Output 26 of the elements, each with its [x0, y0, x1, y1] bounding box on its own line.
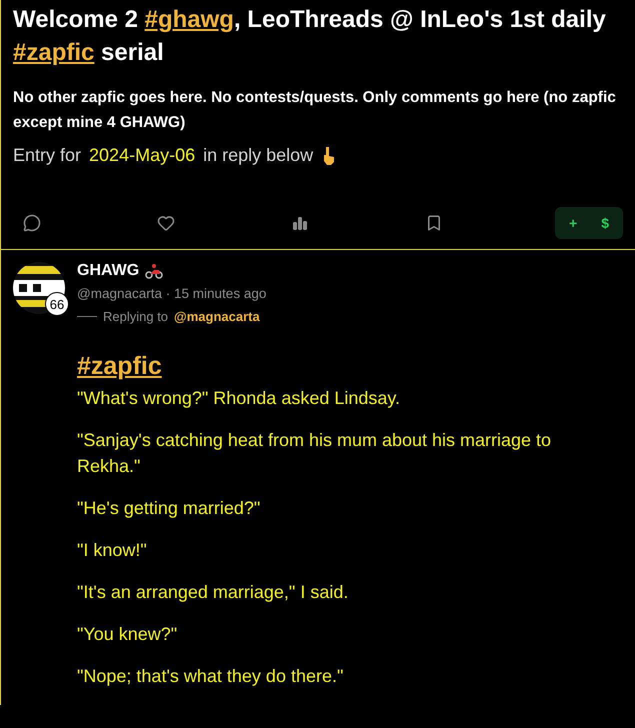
comment-icon [23, 214, 41, 232]
story-paragraph: "What's wrong?" Rhonda asked Lindsay. [77, 387, 402, 410]
post-title: Welcome 2 #ghawg, LeoThreads @ InLeo's 1st daily #zapfic serial [13, 5, 607, 68]
level-badge: 66 [45, 292, 69, 316]
story-paragraph: "He's getting married?" [77, 497, 262, 520]
notice-text: No other zapfic goes here. No contests/quests. Only comments go here (no zapfic except mine 4 GHAWG) [13, 88, 617, 133]
entry-date: 2024-May-06 [89, 145, 196, 166]
tip-button[interactable]: + $ [555, 207, 623, 239]
hashtag-link[interactable]: #ghawg [144, 6, 234, 33]
hashtag-link[interactable]: #zapfic [13, 39, 94, 66]
author-name: GHAWG [77, 262, 140, 280]
bar-chart-icon [291, 214, 309, 232]
replying-to-link[interactable]: @magnacarta [174, 309, 260, 324]
entry-label: Entry for [13, 145, 82, 166]
entry-suffix: in reply below [203, 145, 314, 166]
motorcycle-icon [145, 263, 164, 279]
story-paragraph: "Nope; that's what they do there." [77, 665, 344, 688]
story-paragraph: "I know!" [77, 539, 148, 562]
bookmark-icon [425, 214, 443, 232]
post-meta: @magnacarta · 15 minutes ago [77, 286, 268, 301]
hashtag-link[interactable]: #zapfic [77, 352, 162, 381]
story-paragraph: "You knew?" [77, 623, 178, 646]
heart-icon [157, 214, 175, 232]
story-paragraph: "Sanjay's catching heat from his mum about his marriage to Rekha." [77, 429, 552, 478]
replying-label: Replying to [103, 309, 168, 324]
story-paragraph: "It's an arranged marriage," I said. [77, 581, 350, 604]
